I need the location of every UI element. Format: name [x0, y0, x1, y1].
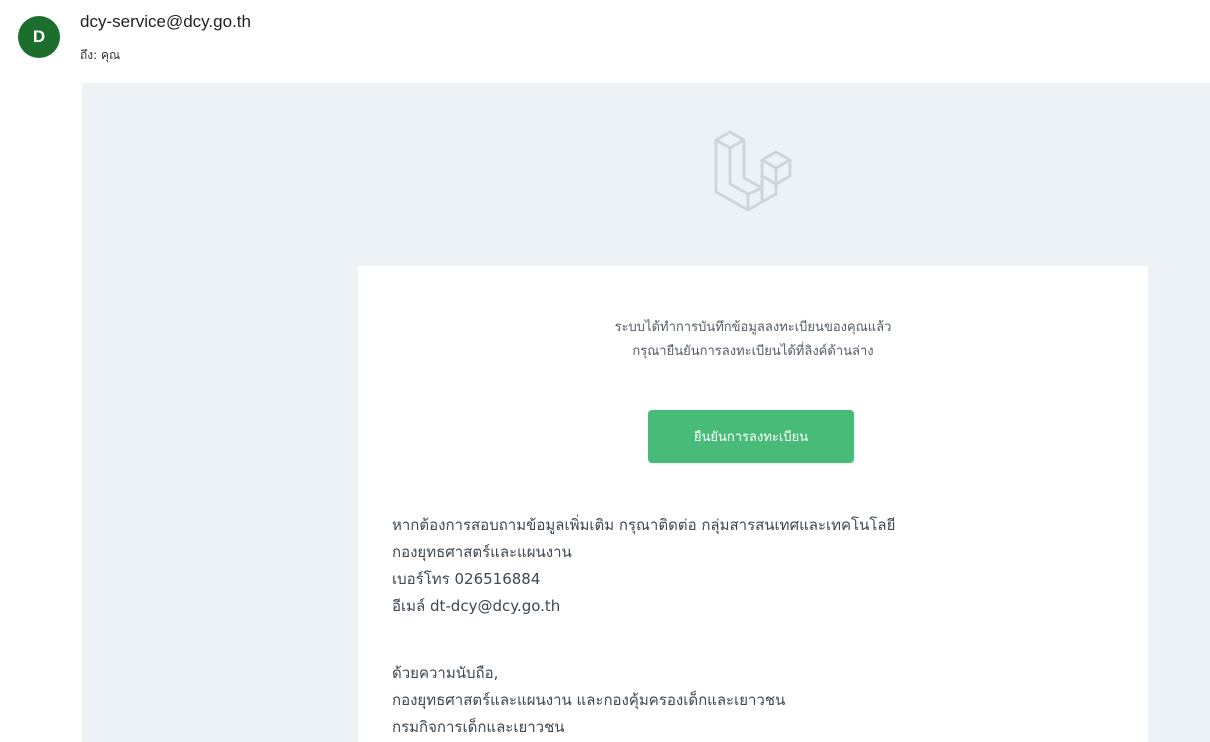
confirm-registration-button[interactable]: ยืนยันการลงทะเบียน [648, 410, 854, 463]
email-header: D dcy-service@dcy.go.th ถึง: คุณ [0, 0, 1210, 80]
contact-line: หากต้องการสอบถามข้อมูลเพิ่มเติม กรุณาติด… [392, 516, 896, 534]
signoff-line: กองยุทธศาสตร์และแผนงาน และกองคุ้มครองเด็… [392, 691, 786, 709]
email-content-card: ระบบได้ทำการบันทึกข้อมูลลงทะเบียนของคุณแ… [358, 266, 1148, 742]
sender-avatar[interactable]: D [18, 16, 60, 58]
laravel-logo-icon [714, 130, 792, 212]
signoff: ด้วยความนับถือ, กองยุทธศาสตร์และแผนงาน แ… [392, 660, 1132, 741]
signoff-line: ด้วยความนับถือ, [392, 664, 499, 682]
contact-info: หากต้องการสอบถามข้อมูลเพิ่มเติม กรุณาติด… [392, 512, 1132, 620]
intro-message: ระบบได้ทำการบันทึกข้อมูลลงทะเบียนของคุณแ… [358, 316, 1148, 364]
signoff-line: กรมกิจการเด็กและเยาวชน [392, 718, 565, 736]
intro-line: กรุณายืนยันการลงทะเบียนได้ที่ลิงค์ด้านล่… [632, 344, 874, 359]
contact-line: กองยุทธศาสตร์และแผนงาน [392, 543, 572, 561]
intro-line: ระบบได้ทำการบันทึกข้อมูลลงทะเบียนของคุณแ… [614, 320, 892, 335]
sender-address[interactable]: dcy-service@dcy.go.th [80, 12, 251, 32]
contact-phone: เบอร์โทร 026516884 [392, 570, 541, 588]
contact-email: อีเมล์ dt-dcy@dcy.go.th [392, 597, 561, 615]
recipient-line: ถึง: คุณ [80, 48, 121, 62]
